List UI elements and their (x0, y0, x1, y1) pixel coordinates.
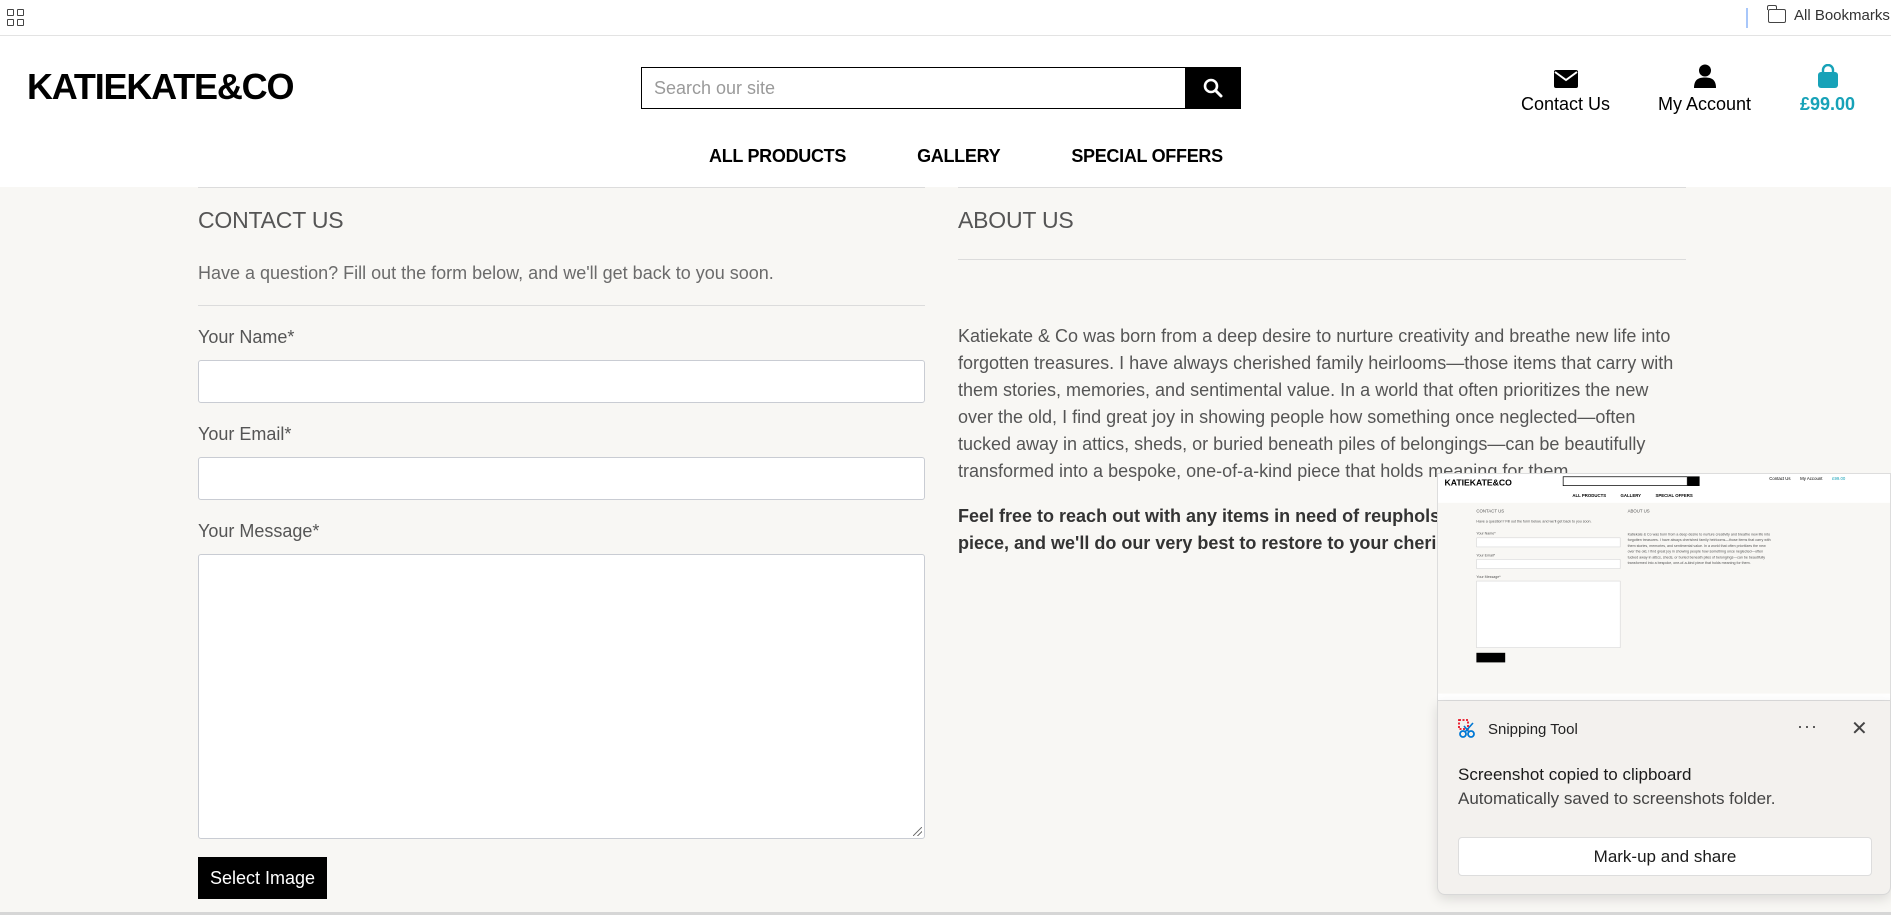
toast-app-header: Snipping Tool (1458, 719, 1578, 739)
search-input[interactable] (641, 67, 1185, 109)
contact-intro-divider (198, 305, 925, 306)
shopping-bag-link[interactable]: £99.00 (1800, 62, 1855, 115)
bookmarks-bar: All Bookmarks (0, 0, 1891, 36)
contact-title: CONTACT US (198, 207, 344, 233)
contact-us-label: Contact Us (1521, 94, 1611, 114)
markup-and-share-button[interactable]: Mark-up and share (1458, 837, 1872, 876)
contact-us-link[interactable]: Contact Us (1521, 62, 1610, 115)
envelope-icon (1553, 70, 1578, 88)
name-field[interactable] (198, 360, 925, 403)
shopping-bag-icon (1817, 64, 1838, 88)
search-bar (641, 67, 1241, 109)
contact-intro: Have a question? Fill out the form below… (198, 263, 774, 283)
close-icon[interactable]: ✕ (1851, 716, 1868, 741)
select-image-button[interactable]: Select Image (198, 857, 327, 899)
nav-gallery[interactable]: GALLERY (917, 146, 1001, 167)
cart-total: £99.00 (1800, 94, 1856, 114)
my-account-label: My Account (1658, 94, 1752, 114)
snipping-tool-notification: Snipping Tool ··· ✕ Screenshot copied to… (1437, 701, 1891, 895)
nav-special-offers[interactable]: SPECIAL OFFERS (1071, 146, 1223, 167)
thumbnail-image: KATIEKATE&CO Contact Us My Account £99.0… (1438, 474, 1890, 694)
name-label: Your Name* (198, 327, 295, 347)
email-field[interactable] (198, 457, 925, 500)
search-button[interactable] (1185, 67, 1241, 109)
message-label: Your Message* (198, 521, 320, 541)
more-options-icon[interactable]: ··· (1797, 716, 1818, 737)
all-bookmarks-button[interactable]: All Bookmarks (1767, 4, 1890, 24)
toast-title: Screenshot copied to clipboard (1458, 765, 1692, 784)
all-bookmarks-label: All Bookmarks (1794, 7, 1890, 24)
about-top-divider (958, 187, 1686, 188)
thumbnail-logo: KATIEKATE&CO (1444, 477, 1512, 488)
toast-app-name: Snipping Tool (1488, 720, 1578, 738)
message-field[interactable] (198, 554, 925, 839)
about-title: ABOUT US (958, 207, 1074, 233)
bookmarks-divider (1746, 8, 1748, 28)
main-nav: ALL PRODUCTS GALLERY SPECIAL OFFERS (709, 146, 1223, 167)
site-logo[interactable]: KATIEKATE&CO (27, 66, 294, 108)
screenshot-thumbnail[interactable]: KATIEKATE&CO Contact Us My Account £99.0… (1437, 473, 1891, 701)
about-title-divider (958, 259, 1686, 260)
folder-icon (1767, 4, 1786, 23)
nav-all-products[interactable]: ALL PRODUCTS (709, 146, 846, 167)
contact-top-divider (198, 187, 925, 188)
apps-grid-icon[interactable] (7, 9, 24, 26)
email-label: Your Email* (198, 424, 292, 444)
user-icon (1693, 64, 1716, 88)
my-account-link[interactable]: My Account (1658, 62, 1751, 115)
toast-subtitle: Automatically saved to screenshots folde… (1458, 789, 1776, 808)
search-icon (1203, 78, 1223, 98)
resize-handle[interactable] (913, 827, 922, 836)
about-paragraph: Katiekate & Co was born from a deep desi… (958, 326, 1674, 481)
site-header: KATIEKATE&CO Contact Us My Account (0, 36, 1891, 187)
snipping-tool-icon (1458, 719, 1475, 738)
